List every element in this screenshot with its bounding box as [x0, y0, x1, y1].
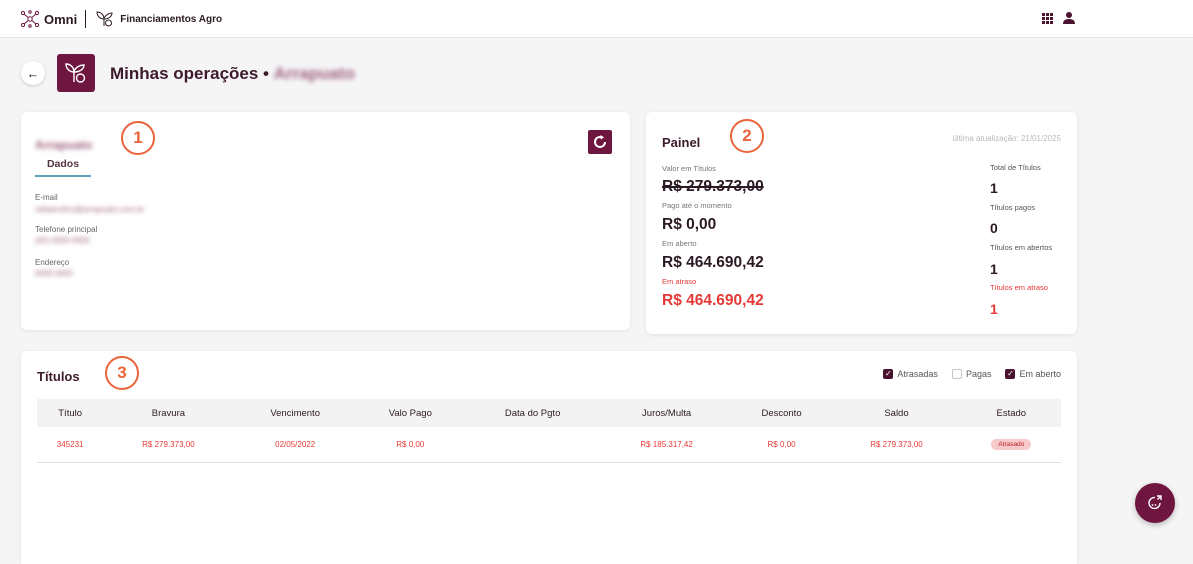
- filter-label: Pagas: [965, 369, 992, 379]
- contact-card: Arrapuato 1 Dados E-mail rafaelrufino@ar…: [21, 112, 630, 330]
- cell-saldo: R$ 279.373,00: [831, 427, 962, 463]
- chat-support-icon: [1148, 495, 1162, 510]
- valor-titulos-label: Valor em Títulos: [662, 164, 716, 173]
- column-header[interactable]: Vencimento: [233, 399, 357, 427]
- total-titulos-value: 1: [990, 180, 998, 196]
- client-name: Arrapuato: [35, 138, 93, 152]
- plant-coin-icon: [96, 11, 113, 27]
- header-divider: [85, 10, 87, 28]
- email-label: E-mail: [35, 193, 58, 202]
- top-bar: Omni Financiamentos Agro: [0, 0, 1193, 38]
- cell-estado: Atrasado: [961, 427, 1061, 463]
- titulos-atraso-value: 1: [990, 301, 998, 317]
- checkbox-unchecked[interactable]: [951, 369, 962, 379]
- page-title-text: Minhas operações •: [110, 64, 270, 83]
- checkbox-checked[interactable]: ✓: [883, 369, 894, 379]
- titles-heading: Títulos: [37, 369, 80, 384]
- user-icon[interactable]: [1062, 11, 1076, 25]
- cell-vencimento: 02/05/2022: [233, 427, 357, 463]
- titles-card: Títulos 3 ✓ Atrasadas Pagas ✓ Em aberto …: [21, 351, 1077, 564]
- status-filters: ✓ Atrasadas Pagas ✓ Em aberto: [869, 369, 1061, 379]
- titulos-atraso-label: Títulos em atraso: [990, 283, 1048, 292]
- titulos-abertos-value: 1: [990, 261, 998, 277]
- column-header[interactable]: Título: [37, 399, 104, 427]
- brand-name: Omni: [44, 11, 78, 27]
- column-header[interactable]: Juros/Multa: [601, 399, 732, 427]
- cell-desconto: R$ 0,00: [731, 427, 832, 463]
- address-label: Endereço: [35, 258, 70, 267]
- phone-label: Telefone principal: [35, 225, 98, 234]
- column-header[interactable]: Data do Pgto: [463, 399, 602, 427]
- cell-juros-multa: R$ 185.317,42: [601, 427, 732, 463]
- cell-data-pgto: [463, 427, 602, 463]
- refresh-button[interactable]: [588, 130, 612, 154]
- header-logo[interactable]: Omni Financiamentos Agro: [20, 10, 222, 28]
- table-row[interactable]: 345231 R$ 279.373,00 02/05/2022 R$ 0,00 …: [37, 427, 1061, 463]
- filter-em-aberto[interactable]: ✓ Em aberto: [1005, 369, 1061, 379]
- omni-network-icon: [20, 10, 40, 28]
- em-atraso-label: Em atraso: [662, 277, 697, 286]
- checkbox-checked[interactable]: ✓: [1005, 369, 1016, 379]
- em-atraso-value: R$ 464.690,42: [662, 292, 764, 309]
- arrow-left-icon: ←: [26, 65, 40, 81]
- filter-label: Em aberto: [1019, 369, 1061, 379]
- panel-title: Painel: [662, 135, 701, 150]
- titles-table: Título Bravura Vencimento Valo Pago Data…: [37, 399, 1061, 463]
- column-header[interactable]: Estado: [961, 399, 1061, 427]
- back-button[interactable]: ←: [21, 61, 45, 85]
- tab-dados[interactable]: Dados: [35, 158, 91, 177]
- filter-pagas[interactable]: Pagas: [951, 369, 992, 379]
- page-title: Minhas operações • Arrapuato: [110, 64, 355, 84]
- total-titulos-label: Total de Títulos: [990, 163, 1041, 172]
- plant-coin-icon: [65, 63, 86, 83]
- table-header-row: Título Bravura Vencimento Valo Pago Data…: [37, 399, 1061, 427]
- chat-support-button[interactable]: [1135, 483, 1175, 523]
- pago-label: Pago até o momento: [662, 201, 732, 210]
- refresh-icon: [594, 135, 606, 148]
- phone-value: (00) 0000-0000: [35, 236, 90, 245]
- page-plant-icon: [57, 54, 95, 92]
- cell-valor-pago: R$ 0,00: [356, 427, 464, 463]
- annotation-badge-3: 3: [105, 356, 139, 390]
- annotation-badge-2: 2: [730, 119, 764, 153]
- last-update: última atualização: 21/01/2025: [952, 134, 1061, 143]
- column-header[interactable]: Saldo: [831, 399, 962, 427]
- email-value: rafaelrufino@arrapuato.com.br: [35, 205, 145, 214]
- address-value: 0000 0000: [35, 269, 73, 278]
- filter-label: Atrasadas: [897, 369, 938, 379]
- pago-value: R$ 0,00: [662, 216, 717, 233]
- annotation-badge-1: 1: [121, 121, 155, 155]
- page-title-client: Arrapuato: [273, 64, 355, 83]
- cell-titulo: 345231: [37, 427, 104, 463]
- em-aberto-value: R$ 464.690,42: [662, 254, 764, 271]
- cell-bravura: R$ 279.373,00: [103, 427, 234, 463]
- panel-card: Painel 2 última atualização: 21/01/2025 …: [646, 112, 1077, 334]
- column-header[interactable]: Valo Pago: [356, 399, 464, 427]
- column-header[interactable]: Bravura: [103, 399, 234, 427]
- titulos-abertos-label: Títulos em abertos: [990, 243, 1053, 252]
- valor-titulos-value: R$ 279.373,00: [662, 178, 764, 195]
- apps-grid-icon[interactable]: [1042, 13, 1053, 24]
- product-name: Financiamentos Agro: [120, 13, 223, 25]
- column-header[interactable]: Desconto: [731, 399, 832, 427]
- status-badge: Atrasado: [991, 438, 1032, 450]
- filter-atrasadas[interactable]: ✓ Atrasadas: [883, 369, 938, 379]
- titulos-pagos-value: 0: [990, 220, 998, 236]
- titulos-pagos-label: Títulos pagos: [990, 203, 1036, 212]
- em-aberto-label: Em aberto: [662, 239, 697, 248]
